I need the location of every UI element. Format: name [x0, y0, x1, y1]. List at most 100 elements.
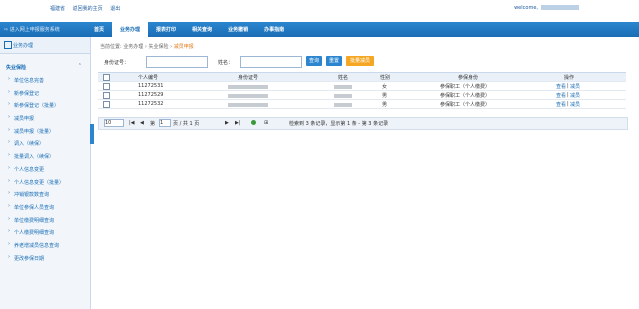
- reduce-link[interactable]: 减员: [570, 83, 580, 90]
- arrow-icon: ›: [8, 88, 10, 95]
- blurred-id-number: [228, 84, 268, 90]
- name-input[interactable]: [240, 56, 302, 68]
- tab-home[interactable]: 首页: [86, 22, 112, 37]
- arrow-icon: ›: [8, 139, 10, 146]
- batch-reduce-button[interactable]: 批量减员: [346, 56, 374, 66]
- page-label-after: 页 / 共 1 页: [173, 121, 200, 127]
- blurred-name: [334, 102, 352, 108]
- record-info: 检索到 3 条记录，显示第 1 条 - 第 3 条记录: [289, 121, 389, 127]
- tab-cancel[interactable]: 业务撤销: [220, 22, 256, 37]
- identity: 参保职工（个人缴费）: [440, 93, 491, 99]
- reduce-link[interactable]: 减员: [570, 92, 580, 99]
- sidebar-item-unit-info[interactable]: › 单位信息完善: [0, 74, 90, 87]
- query-button[interactable]: 查询: [306, 56, 322, 66]
- view-link[interactable]: 查看: [556, 83, 566, 90]
- gender: 女: [382, 84, 388, 90]
- blurred-username: [541, 5, 579, 10]
- page-number-input[interactable]: 1: [159, 119, 171, 127]
- id-number-input[interactable]: [146, 56, 208, 68]
- gender: 男: [382, 102, 388, 108]
- select-all-checkbox[interactable]: [103, 74, 110, 81]
- top-links: 福建省 返回我的主页 退出: [50, 5, 126, 12]
- arrow-icon: ›: [8, 202, 10, 209]
- arrow-icon: ›: [8, 228, 10, 235]
- tab-query[interactable]: 相关查询: [184, 22, 220, 37]
- person-no: 11272529: [138, 92, 164, 98]
- province-link[interactable]: 福建省: [50, 6, 65, 12]
- action-separator: |: [567, 101, 569, 107]
- tab-report-print[interactable]: 报表打印: [148, 22, 184, 37]
- reset-button[interactable]: 重置: [326, 56, 342, 66]
- logout-link[interactable]: 退出: [110, 6, 120, 12]
- col-header-gender: 性别: [380, 75, 391, 81]
- table-row: 11272529 男 参保职工（个人缴费） 查看 | 减员: [98, 91, 626, 100]
- arrow-icon: ›: [8, 190, 10, 197]
- export-icon[interactable]: ⊞: [264, 120, 268, 126]
- id-number-label: 身份证号：: [104, 60, 130, 66]
- sidebar-item-person-payment-query[interactable]: › 个人缴费明细查询: [0, 226, 90, 239]
- sidebar: 业务办理 失业保险 ⌃ › 单位信息完善 › 新参保登记 › 新参保登记（批量） › 减…: [0, 37, 91, 309]
- sidebar-item-new-enroll[interactable]: › 新参保登记: [0, 87, 90, 100]
- row-checkbox[interactable]: [103, 101, 110, 108]
- page-size-select[interactable]: 10: [104, 119, 124, 127]
- identity: 参保职工（个人缴费）: [440, 102, 491, 108]
- col-header-person-no: 个人编号: [138, 75, 159, 81]
- sidebar-item-reduce[interactable]: › 减员申报: [0, 112, 90, 125]
- sidebar-item-unit-payment-query[interactable]: › 单位缴费明细查询: [0, 214, 90, 227]
- prev-page-icon[interactable]: ◀: [140, 120, 144, 126]
- next-page-icon[interactable]: ▶: [225, 120, 229, 126]
- sidebar-header: 业务办理: [0, 37, 90, 54]
- arrow-icon: ›: [8, 164, 10, 171]
- view-link[interactable]: 查看: [556, 101, 566, 108]
- col-header-id-number: 身份证号: [238, 75, 259, 81]
- last-page-icon[interactable]: ▶|: [235, 120, 241, 126]
- search-form: 身份证号： 姓名： 查询 重置 批量减员: [104, 55, 634, 68]
- action-separator: |: [567, 83, 569, 89]
- main-content: 当前位置: 业务办理 › 失业保险 › 减员申报 身份证号： 姓名： 查询 重置…: [96, 37, 634, 309]
- sidebar-item-transfer-in-batch[interactable]: › 批量调入（续保）: [0, 150, 90, 163]
- col-header-actions: 操作: [564, 75, 575, 81]
- sidebar-item-transfer-in[interactable]: › 调入（续保）: [0, 137, 90, 150]
- sidebar-toggle-handle[interactable]: [90, 124, 94, 144]
- tab-guide[interactable]: 办事指南: [256, 22, 292, 37]
- arrow-icon: ›: [8, 114, 10, 121]
- sidebar-item-new-enroll-batch[interactable]: › 新参保登记（批量）: [0, 99, 90, 112]
- results-table: 个人编号 身份证号 姓名 性别 参保身份 操作 11272531 女 参保职工（…: [98, 72, 626, 109]
- gender: 男: [382, 93, 388, 99]
- sidebar-item-reduce-batch[interactable]: › 减员申报（批量）: [0, 125, 90, 138]
- table-row: 11272531 女 参保职工（个人缴费） 查看 | 减员: [98, 82, 626, 91]
- arrow-icon: ›: [8, 177, 10, 184]
- row-checkbox[interactable]: [103, 83, 110, 90]
- row-checkbox[interactable]: [103, 92, 110, 99]
- sidebar-item-pension-change-query[interactable]: › 养老增减员信息查询: [0, 239, 90, 252]
- pagination-bar: 10 |◀ ◀ 第 1 页 / 共 1 页 ▶ ▶| ⊞ 检索到 3 条记录，显…: [98, 117, 628, 130]
- view-link[interactable]: 查看: [556, 92, 566, 99]
- breadcrumb-item[interactable]: 业务办理: [123, 44, 143, 50]
- col-header-identity: 参保身份: [458, 75, 479, 81]
- sidebar-section[interactable]: 失业保险 ⌃: [0, 62, 90, 74]
- sidebar-item-unit-person-query[interactable]: › 单位参保人员查询: [0, 201, 90, 214]
- arrow-icon: ›: [8, 253, 10, 260]
- sidebar-section-title: 失业保险: [6, 65, 27, 71]
- breadcrumb-current: 减员申报: [173, 44, 194, 50]
- folder-icon: [4, 41, 12, 49]
- sidebar-item-change-enroll-date[interactable]: › 更改参保日期: [0, 252, 90, 265]
- main-nav: ⇨ 进入网上申报服务系统 首页 业务办理 报表打印 相关查询 业务撤销 办事指南: [0, 22, 639, 37]
- tab-business[interactable]: 业务办理: [112, 22, 149, 37]
- blurred-id-number: [228, 93, 268, 99]
- sidebar-item-person-change[interactable]: › 个人信息变更: [0, 163, 90, 176]
- breadcrumb-item[interactable]: 失业保险: [148, 44, 168, 50]
- name-label: 姓名：: [218, 60, 234, 66]
- refresh-icon[interactable]: [251, 120, 256, 125]
- top-bar: 福建省 返回我的主页 退出 welcome,: [0, 0, 639, 22]
- collapse-icon[interactable]: ⌃: [78, 63, 82, 69]
- nav-tabs: 首页 业务办理 报表打印 相关查询 业务撤销 办事指南: [86, 22, 292, 37]
- reduce-link[interactable]: 减员: [570, 101, 580, 108]
- sidebar-item-person-change-batch[interactable]: › 个人信息变更（批量）: [0, 176, 90, 189]
- home-link[interactable]: 返回我的主页: [73, 6, 103, 12]
- first-page-icon[interactable]: |◀: [129, 120, 135, 126]
- table-header-row: 个人编号 身份证号 姓名 性别 参保身份 操作: [98, 72, 626, 82]
- arrow-icon: ›: [8, 152, 10, 159]
- sidebar-item-offset-query[interactable]: › 冲销银款数查询: [0, 188, 90, 201]
- sidebar-title: 业务办理: [13, 43, 34, 49]
